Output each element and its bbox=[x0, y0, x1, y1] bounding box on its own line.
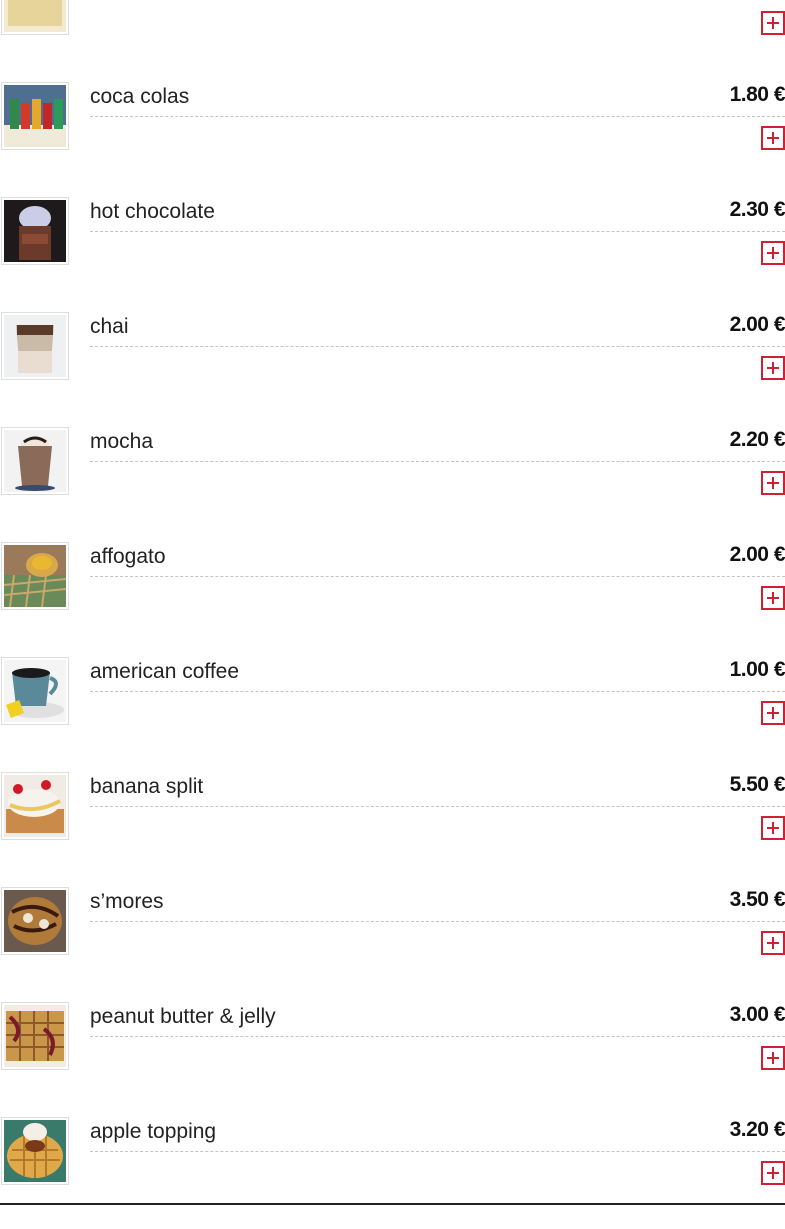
list-bottom-border bbox=[0, 1203, 785, 1205]
menu-item-name: hot chocolate bbox=[90, 200, 215, 223]
add-to-cart-button[interactable] bbox=[761, 356, 785, 380]
menu-item-name: s’mores bbox=[90, 890, 164, 913]
menu-item-affogato: affogato 2.00 € bbox=[0, 539, 785, 654]
banana-split-thumbnail bbox=[1, 772, 69, 840]
waffle-thumbnail-image bbox=[4, 0, 66, 32]
menu-list: coca colas 1.80 € hot chocolate 2.30 € c… bbox=[0, 0, 785, 1229]
menu-item-price: 3.50 € bbox=[729, 888, 785, 911]
menu-item-banana-split: banana split 5.50 € bbox=[0, 769, 785, 884]
menu-item-partial bbox=[0, 0, 785, 79]
menu-item-name: american coffee bbox=[90, 660, 240, 683]
dotted-divider bbox=[90, 231, 785, 232]
dotted-divider bbox=[90, 1151, 785, 1152]
hot-chocolate-image bbox=[4, 200, 66, 262]
affogato-thumbnail bbox=[1, 542, 69, 610]
soda-cans-thumbnail bbox=[1, 82, 69, 150]
menu-item-hot-chocolate: hot chocolate 2.30 € bbox=[0, 194, 785, 309]
menu-item-price: 2.00 € bbox=[729, 313, 785, 336]
add-to-cart-button[interactable] bbox=[761, 241, 785, 265]
dotted-divider bbox=[90, 806, 785, 807]
coffee-cup-image bbox=[4, 660, 66, 722]
menu-item-peanut-butter-jelly: peanut butter & jelly 3.00 € bbox=[0, 999, 785, 1114]
waffle-thumbnail bbox=[1, 0, 69, 35]
menu-item-mocha: mocha 2.20 € bbox=[0, 424, 785, 539]
menu-item-name: apple topping bbox=[90, 1120, 217, 1143]
dotted-divider bbox=[90, 691, 785, 692]
add-to-cart-button[interactable] bbox=[761, 11, 785, 35]
dotted-divider bbox=[90, 461, 785, 462]
menu-item-smores: s’mores 3.50 € bbox=[0, 884, 785, 999]
menu-item-chai: chai 2.00 € bbox=[0, 309, 785, 424]
dotted-divider bbox=[90, 1036, 785, 1037]
banana-split-image bbox=[4, 775, 66, 837]
menu-item-name: affogato bbox=[90, 545, 166, 568]
menu-item-price: 2.00 € bbox=[729, 543, 785, 566]
pbj-image bbox=[4, 1005, 66, 1067]
mocha-image bbox=[4, 430, 66, 492]
menu-item-name: peanut butter & jelly bbox=[90, 1005, 276, 1028]
coffee-cup-thumbnail bbox=[1, 657, 69, 725]
menu-item-name: banana split bbox=[90, 775, 204, 798]
menu-item-name: coca colas bbox=[90, 85, 190, 108]
add-to-cart-button[interactable] bbox=[761, 471, 785, 495]
add-to-cart-button[interactable] bbox=[761, 931, 785, 955]
mocha-thumbnail bbox=[1, 427, 69, 495]
dotted-divider bbox=[90, 921, 785, 922]
dotted-divider bbox=[90, 346, 785, 347]
add-to-cart-button[interactable] bbox=[761, 701, 785, 725]
menu-item-price: 1.80 € bbox=[729, 83, 785, 106]
add-to-cart-button[interactable] bbox=[761, 816, 785, 840]
menu-item-price: 1.00 € bbox=[729, 658, 785, 681]
menu-item-price: 5.50 € bbox=[729, 773, 785, 796]
chai-thumbnail bbox=[1, 312, 69, 380]
smores-image bbox=[4, 890, 66, 952]
menu-item-name: chai bbox=[90, 315, 129, 338]
menu-item-price: 2.20 € bbox=[729, 428, 785, 451]
add-to-cart-button[interactable] bbox=[761, 1046, 785, 1070]
menu-item-coca-colas: coca colas 1.80 € bbox=[0, 79, 785, 194]
menu-item-name: mocha bbox=[90, 430, 154, 453]
add-to-cart-button[interactable] bbox=[761, 1161, 785, 1185]
dotted-divider bbox=[90, 116, 785, 117]
dotted-divider bbox=[90, 576, 785, 577]
add-to-cart-button[interactable] bbox=[761, 126, 785, 150]
apple-topping-image bbox=[4, 1120, 66, 1182]
add-to-cart-button[interactable] bbox=[761, 586, 785, 610]
menu-item-american-coffee: american coffee 1.00 € bbox=[0, 654, 785, 769]
menu-item-price: 3.20 € bbox=[729, 1118, 785, 1141]
pbj-thumbnail bbox=[1, 1002, 69, 1070]
affogato-image bbox=[3, 545, 67, 608]
menu-item-price: 3.00 € bbox=[729, 1003, 785, 1026]
hot-chocolate-thumbnail bbox=[1, 197, 69, 265]
chai-image bbox=[4, 315, 66, 377]
menu-item-apple-topping: apple topping 3.20 € bbox=[0, 1114, 785, 1229]
soda-cans-image bbox=[4, 85, 66, 147]
smores-thumbnail bbox=[1, 887, 69, 955]
menu-item-price: 2.30 € bbox=[729, 198, 785, 221]
apple-topping-thumbnail bbox=[1, 1117, 69, 1185]
